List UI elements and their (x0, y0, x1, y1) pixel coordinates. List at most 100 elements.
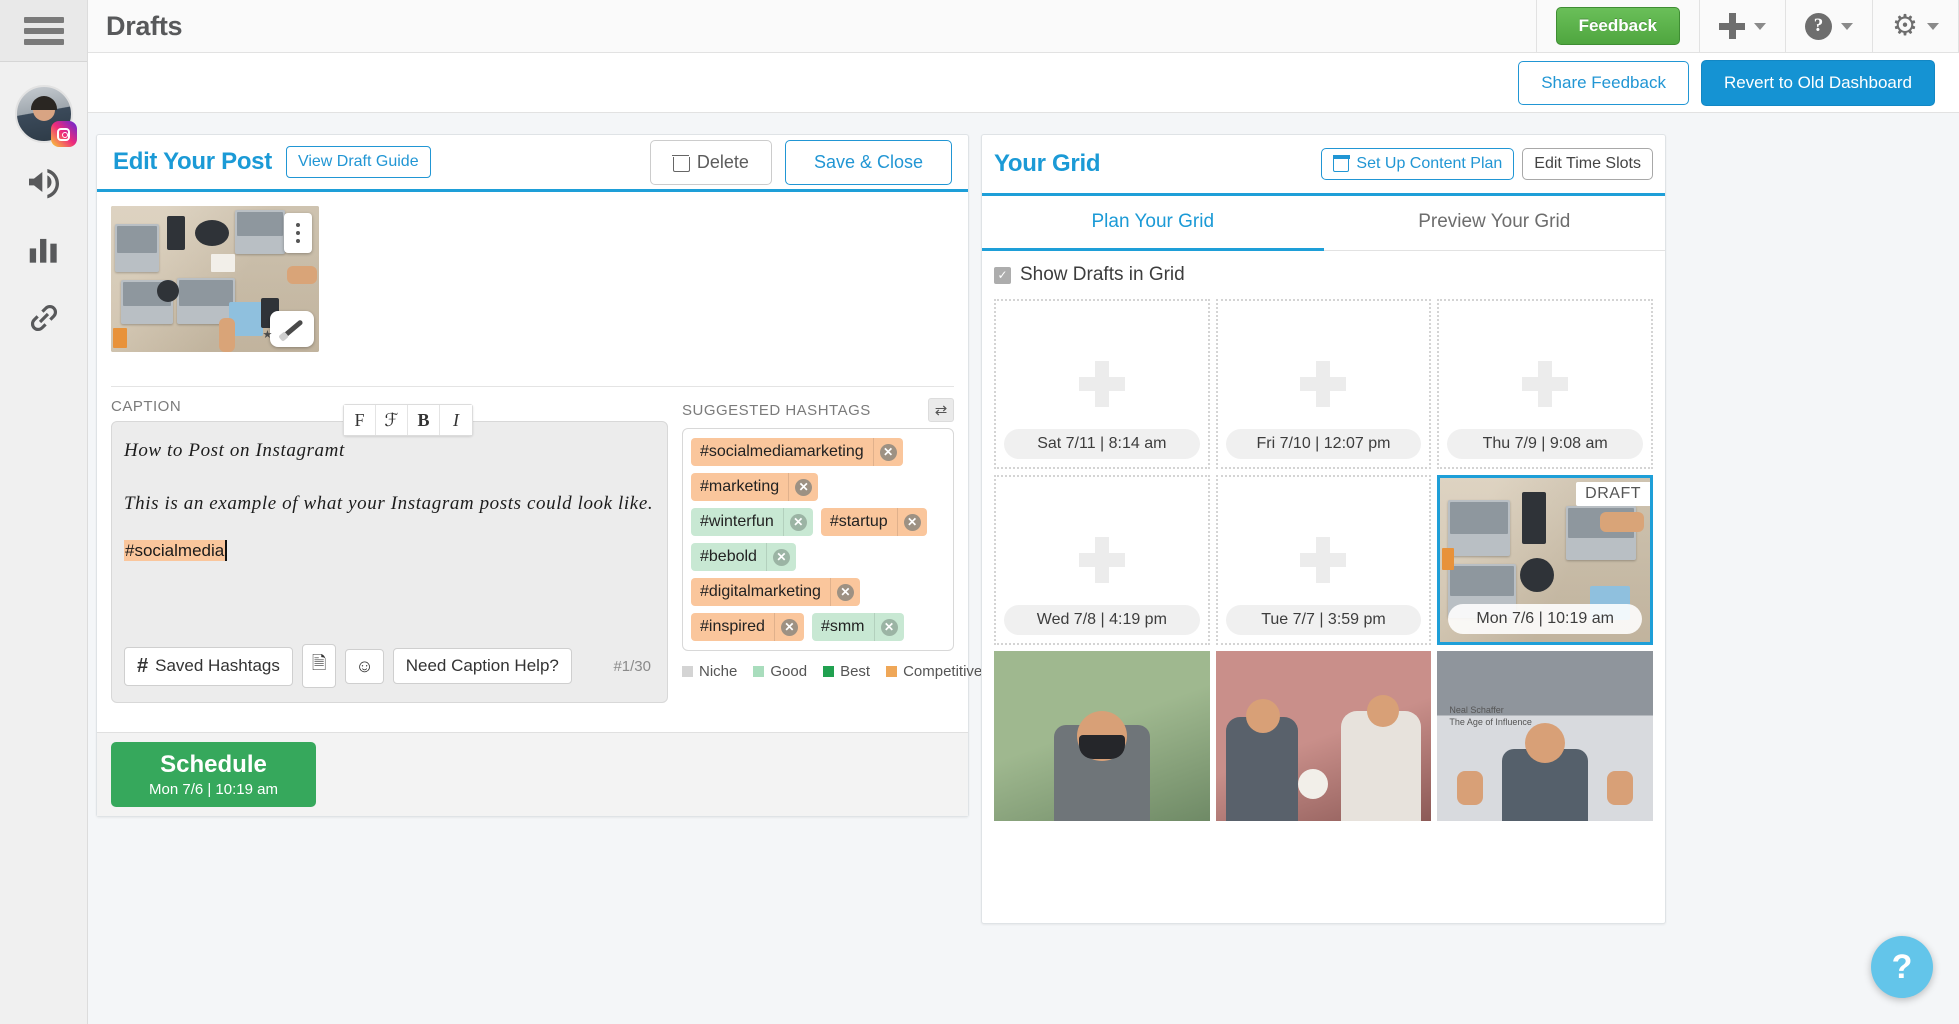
italic-button[interactable]: I (440, 405, 472, 435)
remove-hashtag-icon[interactable]: ✕ (765, 543, 796, 571)
hashtag-chip-label: #digitalmarketing (700, 583, 821, 600)
bold-button[interactable]: B (408, 405, 440, 435)
share-feedback-button[interactable]: Share Feedback (1518, 60, 1689, 105)
hashtag-chip-label: #marketing (700, 478, 780, 495)
schedule-footer: Schedule Mon 7/6 | 10:19 am (97, 732, 968, 816)
grid-slot-time: Tue 7/7 | 3:59 pm (1225, 605, 1422, 635)
editor-header: Edit Your Post View Draft Guide Delete S… (97, 135, 968, 192)
left-nav-rail (0, 0, 88, 1024)
save-and-close-button[interactable]: Save & Close (784, 139, 952, 185)
image-options-button[interactable] (284, 213, 312, 253)
show-drafts-row[interactable]: ✓ Show Drafts in Grid (982, 251, 1665, 299)
remove-hashtag-icon[interactable]: ✕ (872, 438, 903, 466)
show-drafts-checkbox[interactable]: ✓ (994, 266, 1011, 284)
question-mark-icon: ? (1805, 12, 1832, 40)
post-photo (994, 651, 1210, 821)
saved-hashtags-label: Saved Hashtags (155, 656, 280, 675)
schedule-button[interactable]: Schedule Mon 7/6 | 10:19 am (111, 742, 316, 807)
hashtag-chip-label: #bebold (700, 548, 757, 565)
hashtag-quality-legend: Niche Good Best Competitive (682, 663, 982, 680)
edit-post-panel: Edit Your Post View Draft Guide Delete S… (96, 134, 982, 817)
emoji-picker-button[interactable]: ☺ (345, 648, 384, 684)
remove-hashtag-icon[interactable]: ✕ (773, 613, 804, 641)
add-post-plus-icon (1078, 361, 1125, 407)
help-floating-button[interactable]: ? (1871, 936, 1933, 998)
delete-label: Delete (696, 151, 749, 172)
sidebar-item-analytics[interactable] (0, 216, 87, 284)
remove-hashtag-icon[interactable]: ✕ (873, 613, 904, 641)
post-image-thumbnail[interactable] (111, 206, 319, 352)
megaphone-icon (28, 169, 59, 199)
caption-section: CAPTION F ℱ B I How to Post on Instagram… (111, 398, 668, 703)
tab-plan-your-grid[interactable]: Plan Your Grid (982, 196, 1324, 251)
settings-dropdown[interactable]: ⚙ (1873, 0, 1958, 53)
help-dropdown[interactable]: ? (1786, 0, 1872, 53)
duplicate-caption-button[interactable]: 🗎 (301, 644, 337, 688)
grid-empty-slot[interactable]: Fri 7/10 | 12:07 pm (1215, 299, 1432, 469)
revert-to-old-dashboard-button[interactable]: Revert to Old Dashboard (1700, 59, 1935, 106)
sidebar-item-links[interactable] (0, 284, 87, 352)
suggested-hashtags-label: SUGGESTED HASHTAGS (682, 401, 871, 419)
grid-empty-slot[interactable]: Sat 7/11 | 8:14 am (994, 299, 1210, 469)
suggested-hashtags-section: SUGGESTED HASHTAGS ⇄ #socialmediamarketi… (682, 398, 982, 703)
need-caption-help-button[interactable]: Need Caption Help? (392, 648, 572, 684)
hashtag-chip[interactable]: #marketing ✕ (691, 473, 819, 501)
grid-empty-slot[interactable]: Tue 7/7 | 3:59 pm (1215, 475, 1432, 645)
sidebar-item-publish[interactable] (0, 148, 87, 216)
hashtag-chip[interactable]: #digitalmarketing ✕ (691, 578, 860, 606)
sub-header-bar: Share Feedback Revert to Old Dashboard (88, 53, 1959, 113)
feedback-button[interactable]: Feedback (1555, 7, 1680, 45)
content-plan-label: Set Up Content Plan (1356, 155, 1503, 172)
edit-time-slots-button[interactable]: Edit Time Slots (1522, 148, 1653, 180)
hamburger-menu-button[interactable] (0, 0, 87, 62)
add-post-plus-icon (1300, 361, 1347, 407)
grid-empty-slot[interactable]: Thu 7/9 | 9:08 am (1437, 299, 1653, 469)
caption-line-2: This is an example of what your Instagra… (124, 493, 654, 515)
view-draft-guide-button[interactable]: View Draft Guide (285, 146, 431, 178)
sidebar-item-account[interactable] (0, 80, 87, 148)
hashtag-counter: #1/30 (613, 657, 651, 675)
grid-published-post[interactable]: Neal Schaffer The Age of Influence (1437, 651, 1653, 821)
delete-button[interactable]: Delete (649, 139, 772, 185)
grid-published-post[interactable] (994, 651, 1210, 821)
legend-label: Good (770, 663, 808, 680)
grid-empty-slot[interactable]: Wed 7/8 | 4:19 pm (994, 475, 1210, 645)
font-style-script-button[interactable]: ℱ (376, 405, 408, 435)
link-chain-icon (30, 304, 57, 332)
caption-hashtag: #socialmedia (124, 539, 228, 561)
set-up-content-plan-button[interactable]: Set Up Content Plan (1321, 148, 1515, 180)
grid-published-post[interactable] (1215, 651, 1432, 821)
remove-hashtag-icon[interactable]: ✕ (829, 578, 860, 606)
grid-tabs: Plan Your Grid Preview Your Grid (982, 193, 1665, 251)
caption-toolbar: # Saved Hashtags 🗎 ☺ Need Caption Help? … (124, 644, 655, 688)
grid-draft-slot[interactable]: DRAFT Mon 7/6 | 10:19 am (1437, 475, 1653, 645)
saved-hashtags-button[interactable]: # Saved Hashtags (124, 646, 293, 686)
chevron-down-icon (1841, 22, 1853, 30)
grid-header: Your Grid Set Up Content Plan Edit Time … (982, 135, 1665, 193)
remove-hashtag-icon[interactable]: ✕ (788, 473, 818, 501)
content-grid: Sat 7/11 | 8:14 am Fri 7/10 | 12:07 pm Thu… (994, 299, 1653, 821)
hashtag-chip[interactable]: #startup ✕ (820, 508, 927, 536)
shuffle-hashtags-button[interactable]: ⇄ (928, 398, 954, 422)
your-grid-panel: Your Grid Set Up Content Plan Edit Time … (981, 134, 1666, 924)
caption-input[interactable]: How to Post on Instagramt This is an exa… (111, 421, 668, 703)
remove-hashtag-icon[interactable]: ✕ (896, 508, 927, 536)
hashtag-chip-label: #startup (829, 513, 888, 530)
hashtag-chip[interactable]: #smm ✕ (811, 613, 904, 641)
edit-image-magic-wand-button[interactable] (270, 311, 314, 347)
draft-badge: DRAFT (1576, 482, 1650, 506)
add-new-dropdown[interactable] (1700, 0, 1785, 53)
magic-wand-icon (280, 318, 304, 340)
hashtag-chip[interactable]: #winterfun ✕ (691, 508, 813, 536)
photo-overlay-text: Neal Schaffer The Age of Influence (1449, 705, 1532, 727)
hashtag-chip[interactable]: #inspired ✕ (691, 613, 804, 641)
shuffle-icon: ⇄ (934, 402, 948, 419)
schedule-button-main-label: Schedule (160, 751, 267, 779)
hashtag-chip[interactable]: #bebold ✕ (691, 543, 796, 571)
grid-slot-time: Sat 7/11 | 8:14 am (1004, 429, 1200, 459)
font-style-f-button[interactable]: F (344, 405, 376, 435)
hashtag-chip[interactable]: #socialmediamarketing ✕ (691, 438, 903, 466)
remove-hashtag-icon[interactable]: ✕ (782, 508, 813, 536)
caption-line-1: How to Post on Instagramt (124, 440, 345, 461)
tab-preview-your-grid[interactable]: Preview Your Grid (1323, 196, 1665, 251)
